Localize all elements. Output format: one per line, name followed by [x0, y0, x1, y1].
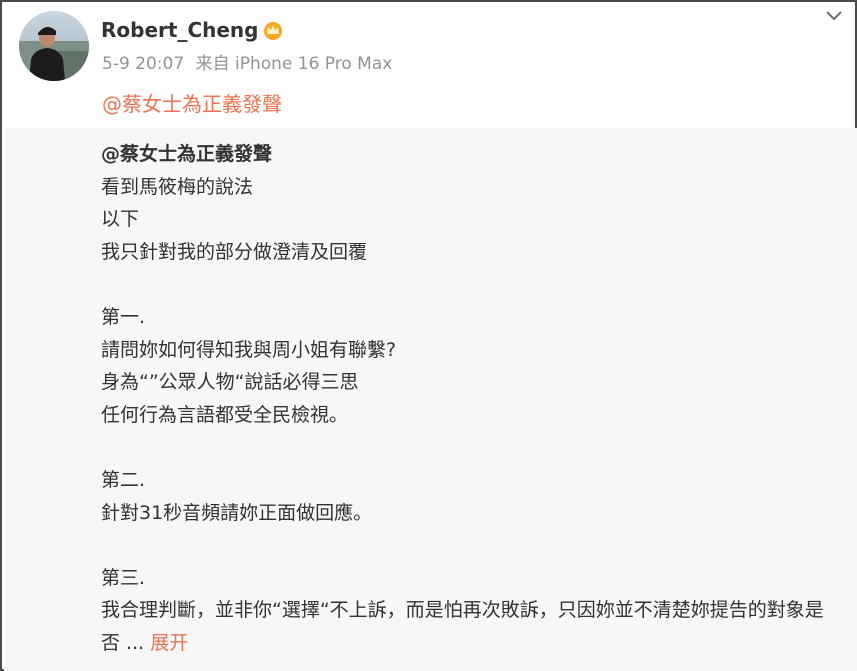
post-mention-link[interactable]: @蔡女士為正義發聲 [102, 90, 282, 118]
repost-line: 針對31秒音頻請妳正面做回應。 [101, 501, 373, 524]
repost-line: 第一. [101, 305, 146, 328]
expand-link[interactable]: 展开 [150, 632, 188, 654]
post-source: 来自 iPhone 16 Pro Max [195, 54, 393, 74]
repost-mention-link[interactable]: @蔡女士為正義發聲 [101, 138, 841, 171]
repost-line-text: 否 ... [101, 631, 145, 654]
crown-badge-icon [262, 19, 284, 41]
repost-line: 任何行為言語都受全民檢視。 [101, 403, 349, 426]
repost-line: 請問妳如何得知我與周小姐有聯繫? [101, 338, 397, 361]
repost-line: 身為“”公眾人物“說話必得三思 [101, 371, 359, 394]
weibo-post-card: Robert_Cheng 5-9 20:07 来自 iPhone 16 Pro … [0, 0, 857, 671]
chevron-down-icon[interactable] [823, 8, 845, 24]
repost-text: @蔡女士為正義發聲 看到馬筱梅的說法 以下 我只針對我的部分做澄清及回覆 第一.… [101, 138, 841, 660]
repost-last-line: 否 ... 展开 [101, 627, 841, 660]
repost-container[interactable]: @蔡女士為正義發聲 看到馬筱梅的說法 以下 我只針對我的部分做澄清及回覆 第一.… [4, 128, 857, 671]
post-timestamp[interactable]: 5-9 20:07 [102, 54, 184, 74]
username-text[interactable]: Robert_Cheng [101, 16, 258, 44]
repost-line: 第三. [101, 566, 146, 589]
repost-line: 以下 [101, 208, 140, 231]
repost-line: 看到馬筱梅的說法 [101, 175, 254, 198]
avatar[interactable] [19, 11, 89, 81]
repost-line: 我只針對我的部分做澄清及回覆 [101, 240, 368, 263]
username[interactable]: Robert_Cheng [101, 16, 284, 44]
repost-line: 我合理判斷，並非你“選擇“不上訴，而是怕再次敗訴，只因妳並不清楚妳提告的對象是 [101, 599, 824, 622]
post-meta: 5-9 20:07 来自 iPhone 16 Pro Max [102, 52, 392, 76]
avatar-photo [19, 11, 89, 81]
repost-line: 第二. [101, 468, 146, 491]
